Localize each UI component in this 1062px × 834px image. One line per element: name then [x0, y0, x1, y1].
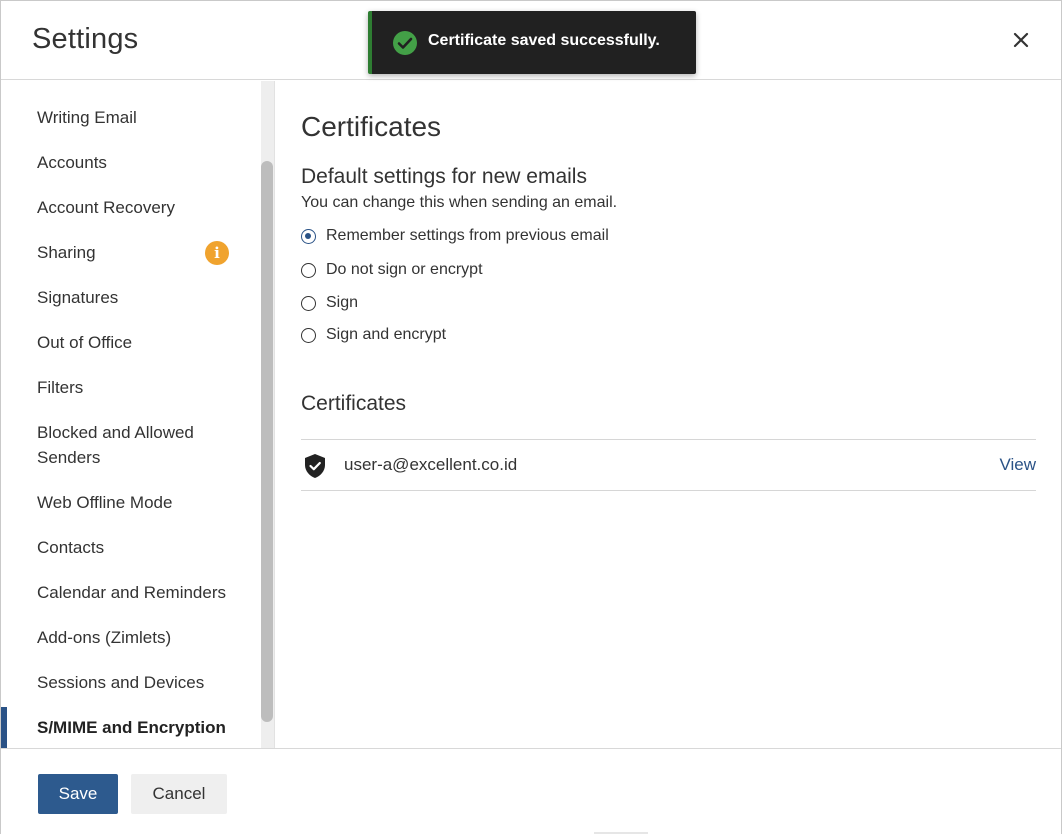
sidebar-item-sharing[interactable]: Sharing i: [1, 240, 259, 265]
default-settings-help: You can change this when sending an emai…: [301, 194, 618, 211]
sidebar-item-smime-encryption[interactable]: S/MIME and Encryption: [1, 707, 259, 748]
dialog-title: Settings: [32, 23, 139, 55]
sidebar-item-label: Accounts: [37, 153, 107, 172]
sidebar-item-out-of-office[interactable]: Out of Office: [1, 330, 259, 355]
shield-check-icon: [305, 454, 325, 478]
save-button[interactable]: Save: [38, 774, 118, 814]
sidebar-item-filters[interactable]: Filters: [1, 375, 259, 400]
sidebar-item-contacts[interactable]: Contacts: [1, 535, 259, 560]
sidebar-item-label: Blocked and Allowed Senders: [37, 423, 194, 467]
radio-label: Sign and encrypt: [326, 326, 447, 343]
sidebar-item-writing-email[interactable]: Writing Email: [1, 105, 259, 130]
sidebar-item-account-recovery[interactable]: Account Recovery: [1, 195, 259, 220]
sidebar-item-label: S/MIME and Encryption: [37, 718, 226, 737]
radio-label: Remember settings from previous email: [326, 227, 609, 244]
radio-sign[interactable]: Sign: [301, 292, 358, 314]
radio-button[interactable]: [301, 327, 316, 343]
success-toast: Certificate saved successfully.: [368, 11, 696, 74]
sidebar-item-label: Sessions and Devices: [37, 673, 205, 692]
radio-button[interactable]: [301, 295, 316, 311]
radio-label: Do not sign or encrypt: [326, 261, 483, 278]
certificates-heading: Certificates: [301, 392, 407, 415]
sidebar-item-label: Add-ons (Zimlets): [37, 628, 172, 647]
radio-label: Sign: [326, 294, 359, 311]
sidebar-item-label: Account Recovery: [37, 198, 175, 217]
sidebar-item-label: Contacts: [37, 538, 105, 557]
radio-sign-and-encrypt[interactable]: Sign and encrypt: [301, 324, 446, 346]
default-settings-heading: Default settings for new emails: [301, 165, 587, 188]
info-icon: i: [205, 241, 229, 265]
sidebar-scrollbar-thumb[interactable]: [261, 161, 273, 722]
radio-do-not-sign[interactable]: Do not sign or encrypt: [301, 259, 483, 281]
sidebar-item-label: Writing Email: [37, 108, 137, 127]
view-certificate-link[interactable]: View: [999, 455, 1036, 475]
radio-remember-settings[interactable]: Remember settings from previous email: [301, 225, 609, 247]
sidebar-item-add-ons[interactable]: Add-ons (Zimlets): [1, 625, 259, 650]
cancel-button[interactable]: Cancel: [131, 774, 227, 814]
sidebar-item-accounts[interactable]: Accounts: [1, 150, 259, 175]
sidebar-item-web-offline-mode[interactable]: Web Offline Mode: [1, 490, 259, 515]
radio-button[interactable]: [301, 262, 316, 278]
sidebar-item-label: Web Offline Mode: [37, 493, 173, 512]
sidebar-item-label: Calendar and Reminders: [37, 583, 226, 602]
toast-message: Certificate saved successfully.: [428, 32, 660, 49]
sidebar-item-calendar-reminders[interactable]: Calendar and Reminders: [1, 580, 259, 605]
page-title: Certificates: [301, 111, 442, 142]
sidebar-item-signatures[interactable]: Signatures: [1, 285, 259, 310]
radio-button[interactable]: [301, 228, 316, 244]
settings-sidebar: Writing Email Accounts Account Recovery …: [1, 81, 275, 748]
sidebar-item-label: Filters: [37, 378, 84, 397]
sidebar-item-sessions-devices[interactable]: Sessions and Devices: [1, 670, 259, 695]
sidebar-item-label: Out of Office: [37, 333, 133, 352]
sidebar-item-blocked-allowed-senders[interactable]: Blocked and Allowed Senders: [1, 420, 231, 470]
dialog-footer: Save Cancel: [1, 748, 1061, 834]
settings-dialog: Settings Certificate saved successfully.…: [0, 0, 1062, 834]
close-icon[interactable]: [1009, 28, 1033, 52]
certificate-email: user-a@excellent.co.id: [344, 455, 518, 474]
settings-content: Certificates Default settings for new em…: [276, 81, 1061, 748]
sidebar-item-label: Sharing: [37, 243, 96, 262]
sidebar-item-label: Signatures: [37, 288, 119, 307]
certificate-row: user-a@excellent.co.id View: [301, 439, 1036, 491]
check-circle-icon: [393, 31, 417, 55]
